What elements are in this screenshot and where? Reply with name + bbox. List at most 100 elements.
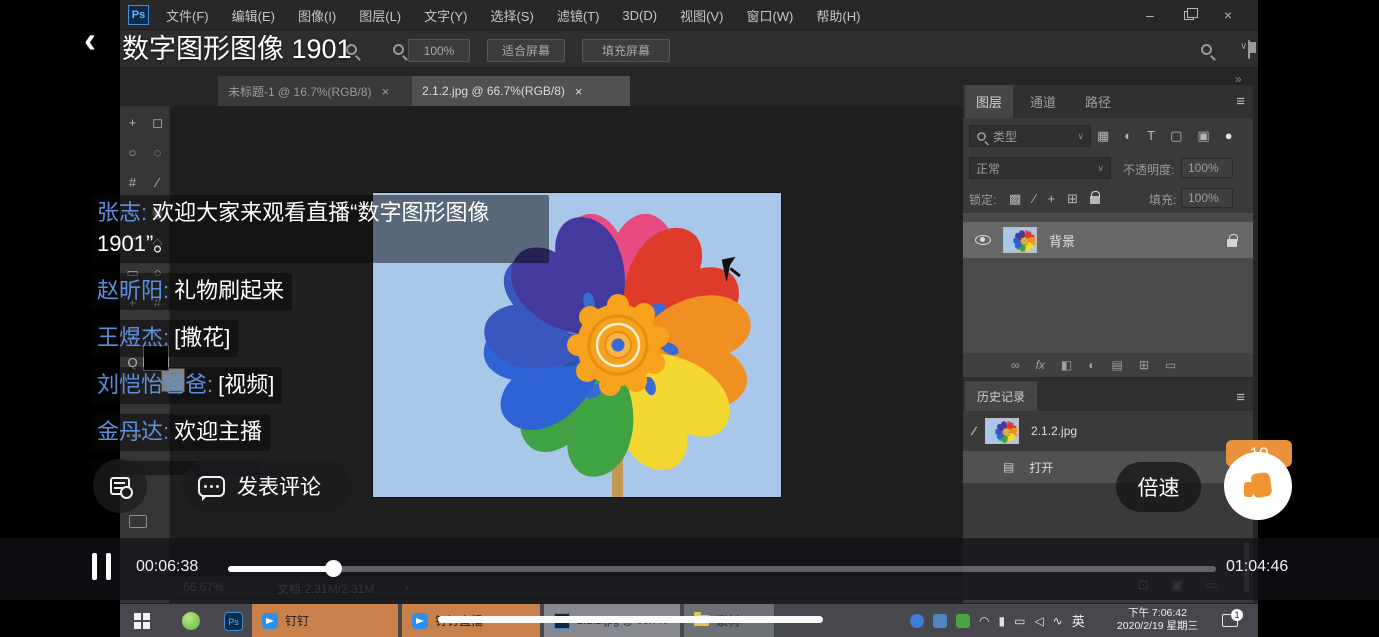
search-icon[interactable] [1201, 44, 1212, 55]
menu-view[interactable]: 视图(V) [680, 6, 723, 25]
menu-filter[interactable]: 滤镜(T) [557, 6, 600, 25]
like-button[interactable] [1224, 452, 1292, 520]
close-button[interactable]: × [1224, 7, 1232, 23]
browser-icon[interactable] [182, 612, 200, 630]
taskbar-dingtalk-button[interactable]: 钉钉 [252, 604, 398, 637]
fit-screen-button[interactable]: 适合屏幕 [487, 39, 565, 62]
menu-image[interactable]: 图像(I) [298, 6, 336, 25]
filter-adjustment-icon[interactable]: ◐ [1124, 128, 1132, 144]
blend-mode-select[interactable]: 正常 ∨ [969, 157, 1111, 179]
network-icon[interactable]: ◠ [979, 614, 989, 628]
taskbar-clock[interactable]: 下午 7:06:42 2020/2/19 星期三 [1105, 607, 1210, 633]
home-indicator[interactable] [438, 616, 823, 623]
link-icon[interactable]: ∞ [1011, 358, 1020, 372]
seek-bar[interactable] [228, 566, 1216, 572]
chevron-down-icon[interactable]: ∨ [1240, 41, 1247, 52]
filter-type-icon[interactable]: T [1147, 128, 1155, 144]
workspace-layout-icon[interactable] [1248, 40, 1250, 59]
group-icon[interactable]: ▤ [1112, 358, 1123, 372]
chat-text: 欢迎大家来观看直播“数字图形图像 1901”。 [97, 200, 489, 256]
clip-icon[interactable]: ∿ [1053, 614, 1063, 628]
seek-thumb[interactable] [325, 560, 342, 577]
quick-select-tool-icon[interactable]: ◌ [154, 144, 162, 162]
lock-move-icon[interactable]: + [1047, 191, 1055, 207]
lock-artboard-icon[interactable]: ⊞ [1067, 191, 1078, 207]
tab-212jpg[interactable]: 2.1.2.jpg @ 66.7%(RGB/8) × [412, 76, 630, 106]
chevron-down-icon: ∨ [1077, 131, 1084, 142]
tab-channels[interactable]: 通道 [1018, 85, 1068, 118]
lasso-tool-icon[interactable]: ○ [129, 144, 137, 162]
layer-mask-icon[interactable]: ◧ [1061, 358, 1072, 372]
tab-untitled[interactable]: 未标题-1 @ 16.7%(RGB/8) × [218, 76, 412, 106]
menu-select[interactable]: 选择(S) [490, 6, 533, 25]
quick-mask-icon[interactable] [129, 515, 147, 528]
layer-name: 背景 [1049, 231, 1075, 250]
tab-close-icon[interactable]: × [382, 84, 390, 99]
menu-file[interactable]: 文件(F) [166, 6, 209, 25]
menu-3d[interactable]: 3D(D) [622, 8, 657, 23]
history-snapshot-row[interactable]: ∕ 2.1.2.jpg [963, 415, 1253, 447]
menu-help[interactable]: 帮助(H) [816, 6, 860, 25]
tray-app-icon[interactable] [933, 614, 947, 628]
usb-icon[interactable]: ▮ [998, 614, 1005, 628]
tab-history[interactable]: 历史记录 [965, 381, 1037, 411]
tray-security-icon[interactable] [956, 614, 970, 628]
opacity-value[interactable]: 100% [1181, 158, 1233, 178]
new-layer-icon[interactable]: ⊞ [1139, 358, 1149, 372]
panel-menu-icon[interactable]: ≡ [1236, 389, 1245, 406]
start-button[interactable] [134, 613, 150, 629]
zoom-100-button[interactable]: 100% [408, 39, 470, 62]
lock-label: 锁定: [969, 191, 996, 208]
lock-paint-icon[interactable]: ∕ [1033, 191, 1035, 207]
playback-speed-button[interactable]: 倍速 [1116, 462, 1201, 512]
menu-type[interactable]: 文字(Y) [424, 6, 467, 25]
back-button[interactable]: ‹ [84, 22, 96, 58]
layer-row-background[interactable]: 背景 [963, 222, 1253, 258]
adjustment-icon[interactable]: ◐ [1088, 358, 1095, 372]
volume-icon[interactable]: ◁ [1034, 614, 1043, 628]
crop-tool-icon[interactable]: # [129, 174, 136, 192]
lock-transparency-icon[interactable]: ▩ [1009, 191, 1021, 207]
snapshot-thumbnail[interactable] [985, 418, 1019, 444]
filter-toggle-icon[interactable]: ● [1225, 128, 1233, 144]
fx-icon[interactable]: fx [1036, 358, 1045, 372]
layer-filter-select[interactable]: 类型 ∨ [969, 125, 1091, 147]
tab-paths[interactable]: 路径 [1073, 85, 1123, 118]
move-tool-icon[interactable]: + [129, 114, 137, 132]
filter-smart-icon[interactable]: ▣ [1197, 128, 1209, 144]
pause-button[interactable] [92, 553, 111, 580]
delete-layer-icon[interactable]: ▭ [1165, 358, 1176, 372]
marquee-tool-icon[interactable]: ◻ [152, 114, 163, 132]
taskbar-button-label: 钉钉 [285, 612, 309, 629]
input-method-indicator[interactable]: 英 [1072, 611, 1085, 630]
panel-menu-icon[interactable]: ≡ [1236, 93, 1245, 110]
fill-value[interactable]: 100% [1181, 188, 1233, 208]
device-icon[interactable]: ▭ [1014, 614, 1025, 628]
tab-layers[interactable]: 图层 [965, 85, 1013, 118]
minimize-button[interactable]: – [1146, 7, 1154, 23]
panel-overflow-icon[interactable]: » [1235, 72, 1242, 86]
menu-window[interactable]: 窗口(W) [746, 6, 793, 25]
history-step-open[interactable]: ▤ 打开 [963, 451, 1253, 483]
post-comment-button[interactable]: 发表评论 [182, 460, 352, 512]
menu-layer[interactable]: 图层(L) [359, 6, 401, 25]
notes-button[interactable] [93, 459, 147, 513]
chat-username: 王煜杰: [97, 325, 169, 350]
live-video-player[interactable]: Ps 文件(F) 编辑(E) 图像(I) 图层(L) 文字(Y) 选择(S) 滤… [0, 0, 1379, 637]
eye-icon[interactable] [975, 235, 991, 245]
chat-username: 赵昕阳: [97, 278, 169, 303]
menu-edit[interactable]: 编辑(E) [232, 6, 275, 25]
lock-all-icon[interactable] [1090, 196, 1100, 204]
tab-close-icon[interactable]: × [575, 84, 583, 99]
history-brush-icon[interactable]: ∕ [973, 424, 975, 438]
filter-shape-icon[interactable]: ▢ [1170, 128, 1182, 144]
zoom-in-icon[interactable] [393, 44, 404, 55]
fill-screen-button[interactable]: 填充屏幕 [582, 39, 670, 62]
action-center-icon[interactable]: 1 [1222, 614, 1238, 627]
layer-thumbnail[interactable] [1003, 227, 1037, 253]
tray-dingtalk-icon[interactable] [910, 614, 924, 628]
eyedropper-tool-icon[interactable]: ∕ [156, 174, 158, 192]
restore-button[interactable] [1184, 11, 1194, 20]
photoshop-taskbar-icon[interactable]: Ps [224, 612, 243, 631]
filter-pixel-icon[interactable]: ▦ [1097, 128, 1109, 144]
